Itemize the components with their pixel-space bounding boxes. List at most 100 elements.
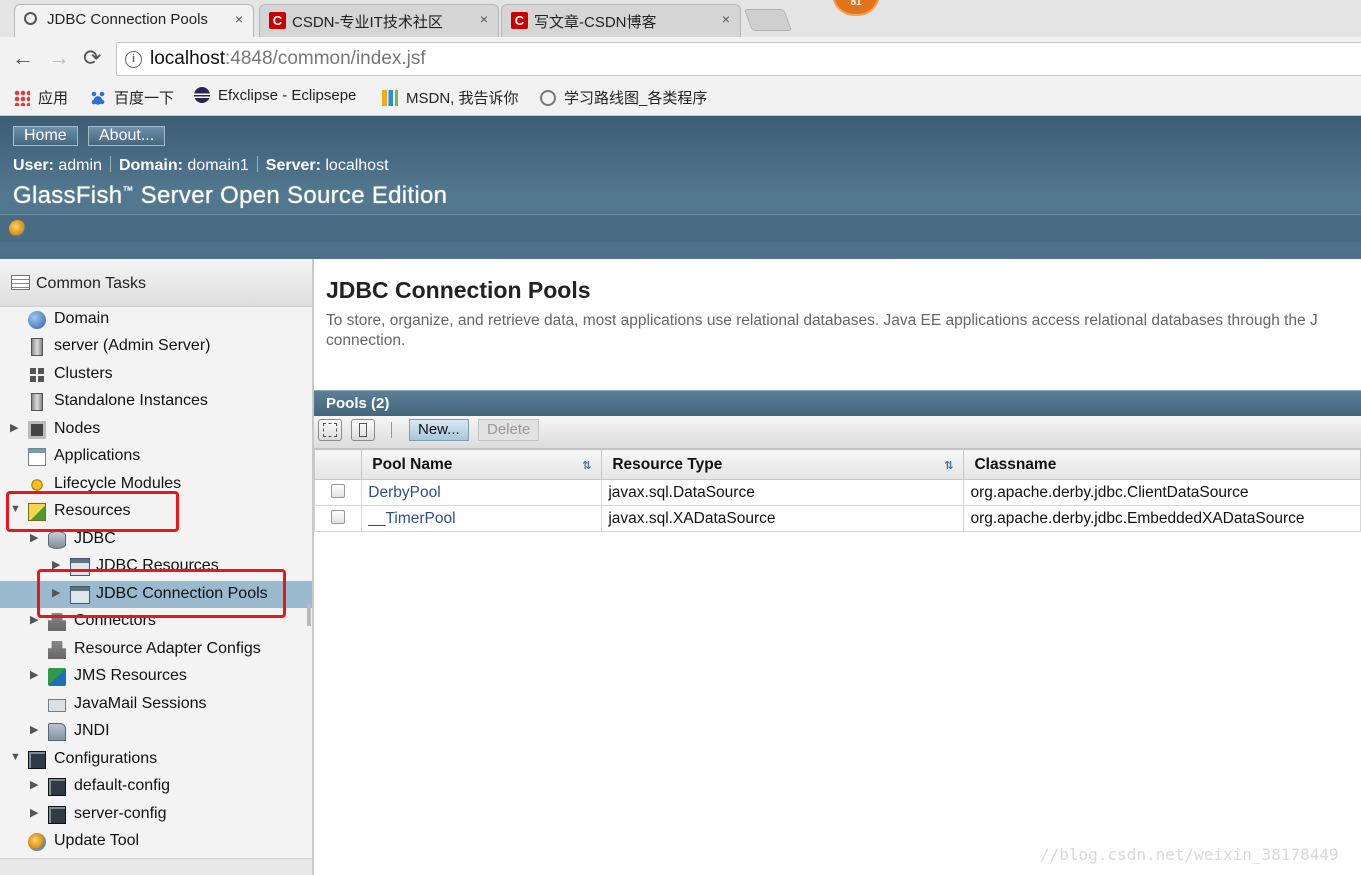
bookmark-label: 百度一下	[114, 90, 175, 107]
expand-arrow-icon[interactable]: ▶	[30, 723, 38, 736]
globe-icon	[28, 311, 46, 329]
table-row: DerbyPool javax.sql.DataSource org.apach…	[314, 479, 1361, 506]
bookmark-msdn[interactable]: MSDN, 我告诉你	[382, 87, 519, 108]
close-tab-icon[interactable]: ×	[480, 11, 488, 27]
tab-csdn-community[interactable]: C CSDN-专业IT技术社区 ×	[259, 4, 499, 37]
new-tab-button[interactable]	[743, 9, 793, 31]
home-button[interactable]: Home	[13, 126, 78, 146]
description-line-1: To store, organize, and retrieve data, m…	[326, 312, 1318, 329]
baidu-paw-icon	[90, 90, 106, 106]
collapse-arrow-icon[interactable]: ▼	[10, 751, 21, 763]
expand-arrow-icon[interactable]: ▶	[30, 668, 38, 681]
pool-link[interactable]: __TimerPool	[368, 510, 455, 527]
delete-pool-button[interactable]: Delete	[478, 419, 540, 441]
close-tab-icon[interactable]: ×	[722, 11, 730, 27]
tab-jdbc-connection-pools[interactable]: JDBC Connection Pools ×	[14, 4, 254, 37]
main-content: JDBC Connection Pools To store, organize…	[314, 259, 1361, 875]
resource-type-cell: javax.sql.DataSource	[601, 479, 965, 506]
close-tab-icon[interactable]: ×	[235, 11, 243, 27]
common-tasks-label: Common Tasks	[36, 275, 146, 292]
common-tasks-icon	[11, 275, 30, 290]
tree-vertical-scrollbar[interactable]	[307, 604, 311, 626]
new-pool-button[interactable]: New...	[409, 419, 469, 441]
tree-label: JMS Resources	[74, 667, 187, 684]
page-title: JDBC Connection Pools	[326, 277, 591, 303]
resource-type-cell: javax.sql.XADataSource	[601, 505, 965, 532]
column-header-pool-name[interactable]: Pool Name ⇅	[361, 449, 603, 480]
tree-label: Applications	[54, 447, 141, 464]
bookmark-label: 应用	[38, 90, 69, 107]
application-icon	[28, 448, 46, 466]
connector-icon	[48, 641, 66, 659]
annotation-box-resources	[6, 491, 179, 532]
deselect-all-icon[interactable]	[351, 419, 375, 441]
collapse-arrow-icon[interactable]: ▶	[30, 531, 38, 544]
navigation-tree: Common Tasks Domain server (Admin Server…	[0, 259, 314, 875]
config-icon	[48, 778, 66, 796]
tree-horizontal-scrollbar[interactable]	[0, 858, 312, 875]
pools-table-title-bar: Pools (2)	[314, 390, 1361, 416]
about-button[interactable]: About...	[88, 126, 166, 146]
notification-badge[interactable]: 81	[832, 0, 880, 16]
expand-arrow-icon[interactable]: ▶	[30, 778, 38, 791]
tree-label: Domain	[54, 310, 110, 327]
address-bar[interactable]: i localhost:4848/common/index.jsf	[116, 42, 1361, 76]
csdn-favicon-icon: C	[269, 12, 286, 29]
csdn-favicon-icon: C	[511, 12, 528, 29]
tab-csdn-write[interactable]: C 写文章-CSDN博客 ×	[501, 4, 741, 37]
user-info-line: User: admin Domain: domain1 Server: localh…	[13, 156, 389, 175]
row-select-cell	[314, 505, 363, 532]
common-tasks-header[interactable]: Common Tasks	[0, 259, 312, 307]
tree-label: server-config	[74, 805, 167, 822]
forward-button[interactable]: →	[48, 47, 70, 69]
column-header-classname[interactable]: Classname	[963, 449, 1361, 480]
row-checkbox[interactable]	[331, 509, 345, 524]
server-value: localhost	[325, 157, 389, 174]
select-all-icon[interactable]	[318, 419, 342, 441]
classname-cell: org.apache.derby.jdbc.EmbeddedXADataSour…	[963, 505, 1361, 532]
tree-label: JDBC	[74, 530, 116, 547]
reload-button[interactable]: ⟳	[83, 47, 101, 69]
tree-label: JavaMail Sessions	[74, 695, 207, 712]
glassfish-favicon-icon	[24, 12, 37, 25]
info-icon[interactable]: i	[125, 51, 142, 68]
toolbar-separator	[391, 422, 392, 438]
column-header-resource-type[interactable]: Resource Type ⇅	[601, 449, 965, 480]
page-description: To store, organize, and retrieve data, m…	[326, 311, 1361, 351]
row-checkbox[interactable]	[331, 483, 345, 498]
expand-arrow-icon[interactable]: ▶	[10, 421, 18, 434]
tree-label: Standalone Instances	[54, 392, 208, 409]
description-line-2: connection.	[326, 332, 406, 349]
sort-icon[interactable]: ⇅	[944, 459, 953, 472]
bookmark-label: Efxclipse - Eclipsepe	[218, 87, 357, 104]
domain-value: domain1	[187, 157, 249, 174]
jndi-icon	[48, 723, 66, 741]
config-icon	[28, 751, 46, 769]
tree-label: Clusters	[54, 365, 113, 382]
watermark-text: //blog.csdn.net/weixin_38178449	[1040, 845, 1339, 864]
pool-link[interactable]: DerbyPool	[368, 484, 440, 501]
tab-title: JDBC Connection Pools	[47, 11, 208, 28]
bookmark-efxclipse[interactable]: Efxclipse - Eclipsepe	[194, 87, 364, 104]
glassfish-header: Home About... User: admin Domain: domain1…	[0, 116, 1361, 259]
header-strip	[0, 214, 1361, 242]
refresh-icon[interactable]	[9, 220, 26, 237]
tree-label: Configurations	[54, 750, 158, 767]
sort-icon[interactable]: ⇅	[582, 459, 591, 472]
tree-label: default-config	[74, 777, 171, 794]
pools-count-label: Pools (2)	[326, 395, 390, 412]
back-button[interactable]: ←	[12, 47, 34, 69]
bookmark-baidu[interactable]: 百度一下	[90, 87, 174, 108]
tab-title: CSDN-专业IT技术社区	[292, 14, 443, 31]
pools-table: Pool Name ⇅ Resource Type ⇅ Classname Derb…	[314, 449, 1361, 532]
bookmark-learning-path[interactable]: 学习路线图_各类程序	[540, 87, 712, 108]
expand-arrow-icon[interactable]: ▶	[30, 806, 38, 819]
database-icon	[48, 531, 66, 549]
bookmarks-bar: 应用 百度一下 Efxclipse - Eclipsepe MSDN, 我告诉你…	[0, 81, 1361, 116]
tree-label: Update Tool	[54, 832, 140, 849]
clock-icon	[540, 90, 556, 106]
bookmark-apps[interactable]: 应用	[14, 87, 68, 108]
user-label: User:	[13, 157, 54, 174]
bookmark-label: MSDN, 我告诉你	[406, 90, 519, 107]
tree-label: server (Admin Server)	[54, 337, 211, 354]
